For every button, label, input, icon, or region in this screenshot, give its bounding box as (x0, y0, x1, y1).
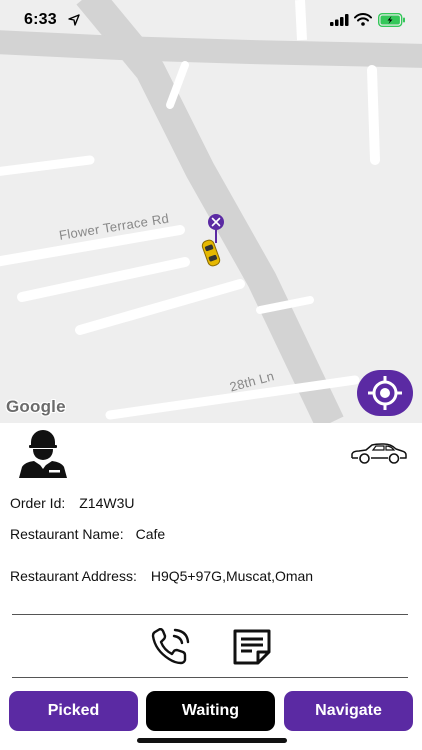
divider (12, 677, 408, 678)
my-location-icon (368, 376, 402, 410)
restaurant-address-value: H9Q5+97G,Muscat,Oman (150, 568, 314, 584)
status-bar: 6:33 (0, 0, 422, 40)
notes-icon[interactable] (231, 628, 273, 666)
restaurant-name-row: Restaurant Name: Cafe (10, 526, 165, 542)
map-roads (0, 0, 422, 423)
restaurant-name-value: Cafe (135, 526, 166, 542)
home-indicator[interactable] (137, 738, 287, 743)
my-location-button[interactable] (357, 370, 413, 416)
navigate-button[interactable]: Navigate (284, 691, 413, 731)
phone-call-icon[interactable] (150, 628, 192, 666)
wifi-icon (354, 13, 372, 26)
restaurant-address-label: Restaurant Address: (10, 568, 137, 584)
driver-icon (19, 430, 67, 478)
restaurant-name-label: Restaurant Name: (10, 526, 124, 542)
picked-button[interactable]: Picked (9, 691, 138, 731)
status-time: 6:33 (24, 11, 57, 28)
divider (12, 614, 408, 615)
waiting-button[interactable]: Waiting (146, 691, 275, 731)
order-id-row: Order Id: Z14W3U (10, 495, 134, 511)
order-id-label: Order Id: (10, 495, 66, 511)
car-icon (351, 443, 407, 464)
signal-icon (330, 14, 349, 26)
order-id-value: Z14W3U (79, 495, 135, 511)
restaurant-address-row: Restaurant Address: H9Q5+97G,Muscat,Oman (10, 568, 313, 584)
battery-icon (378, 13, 405, 27)
google-attribution: Google (6, 397, 66, 416)
location-arrow-icon (68, 14, 80, 26)
map-view[interactable]: Flower Terrace Rd 28th Ln Google (0, 0, 422, 423)
